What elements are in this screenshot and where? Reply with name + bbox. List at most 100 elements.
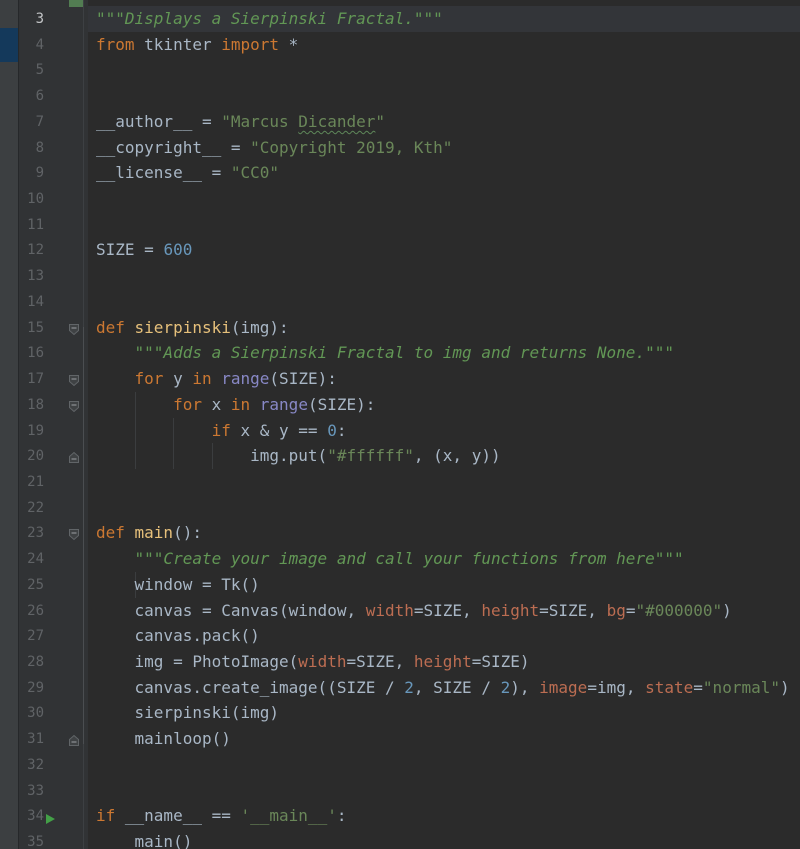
code-line[interactable] — [88, 57, 800, 83]
line-number[interactable]: 34 — [19, 803, 44, 829]
code-line[interactable]: __license__ = "CC0" — [88, 160, 800, 186]
line-number[interactable]: 21 — [19, 469, 44, 495]
line-number[interactable]: 6 — [19, 83, 44, 109]
line-number[interactable]: 3 — [19, 6, 44, 32]
code-line[interactable] — [88, 83, 800, 109]
code-line[interactable] — [88, 469, 800, 495]
gutter-row: 21 — [19, 469, 88, 495]
code-line[interactable] — [88, 495, 800, 521]
fold-collapse-icon[interactable] — [68, 321, 80, 334]
code-editor[interactable]: """Displays a Sierpinski Fractal."""from… — [88, 0, 800, 849]
line-number[interactable]: 15 — [19, 315, 44, 341]
code-token: x — [202, 395, 231, 414]
line-number[interactable]: 5 — [19, 57, 44, 83]
code-token: state — [645, 678, 693, 697]
code-line[interactable]: if x & y == 0: — [88, 418, 800, 444]
line-number[interactable]: 26 — [19, 598, 44, 624]
line-number[interactable]: 16 — [19, 340, 44, 366]
code-line[interactable]: """Adds a Sierpinski Fractal to img and … — [88, 340, 800, 366]
line-number[interactable]: 12 — [19, 237, 44, 263]
line-number[interactable]: 13 — [19, 263, 44, 289]
code-line[interactable]: for x in range(SIZE): — [88, 392, 800, 418]
code-token: x & y == — [231, 421, 327, 440]
code-line[interactable] — [88, 212, 800, 238]
code-line[interactable]: from tkinter import * — [88, 32, 800, 58]
line-number[interactable]: 28 — [19, 649, 44, 675]
code-line[interactable] — [88, 186, 800, 212]
run-button-icon[interactable] — [45, 810, 56, 822]
line-number[interactable]: 22 — [19, 495, 44, 521]
code-token: if — [96, 806, 115, 825]
code-token: * — [279, 35, 298, 54]
fold-collapse-icon[interactable] — [68, 398, 80, 411]
gutter-row: 25 — [19, 572, 88, 598]
code-line[interactable] — [88, 752, 800, 778]
line-number[interactable]: 30 — [19, 700, 44, 726]
code-line[interactable]: mainloop() — [88, 726, 800, 752]
line-number[interactable]: 9 — [19, 160, 44, 186]
code-token: in — [192, 369, 211, 388]
line-number[interactable]: 8 — [19, 135, 44, 161]
code-line[interactable] — [88, 263, 800, 289]
code-line[interactable]: __copyright__ = "Copyright 2019, Kth" — [88, 135, 800, 161]
code-line[interactable]: __author__ = "Marcus Dicander" — [88, 109, 800, 135]
line-number[interactable]: 17 — [19, 366, 44, 392]
code-token: """Adds a Sierpinski Fractal to img and … — [135, 343, 674, 362]
code-line[interactable]: window = Tk() — [88, 572, 800, 598]
code-line[interactable]: img.put("#ffffff", (x, y)) — [88, 443, 800, 469]
gutter-row: 9 — [19, 160, 88, 186]
line-number[interactable]: 27 — [19, 623, 44, 649]
line-number[interactable]: 31 — [19, 726, 44, 752]
line-number[interactable]: 10 — [19, 186, 44, 212]
code-token: width — [298, 652, 346, 671]
code-token: window = Tk() — [96, 575, 260, 594]
gutter-row: 14 — [19, 289, 88, 315]
code-token: (SIZE): — [308, 395, 375, 414]
line-number[interactable]: 24 — [19, 546, 44, 572]
gutter-row: 23 — [19, 520, 88, 546]
code-line[interactable]: canvas.create_image((SIZE / 2, SIZE / 2)… — [88, 675, 800, 701]
line-number[interactable]: 14 — [19, 289, 44, 315]
code-token: canvas.pack() — [96, 626, 260, 645]
line-number[interactable]: 19 — [19, 418, 44, 444]
line-number[interactable]: 20 — [19, 443, 44, 469]
line-number[interactable]: 4 — [19, 32, 44, 58]
line-number[interactable]: 7 — [19, 109, 44, 135]
code-line[interactable]: def main(): — [88, 520, 800, 546]
line-number[interactable]: 35 — [19, 829, 44, 849]
code-token: y — [163, 369, 192, 388]
code-line[interactable]: img = PhotoImage(width=SIZE, height=SIZE… — [88, 649, 800, 675]
code-line[interactable] — [88, 289, 800, 315]
line-number[interactable]: 29 — [19, 675, 44, 701]
fold-collapse-icon[interactable] — [68, 372, 80, 385]
line-number[interactable]: 11 — [19, 212, 44, 238]
code-line[interactable]: """Create your image and call your funct… — [88, 546, 800, 572]
code-line[interactable] — [88, 778, 800, 804]
fold-end-icon[interactable] — [68, 449, 80, 462]
code-line[interactable]: for y in range(SIZE): — [88, 366, 800, 392]
project-panel-selection-row[interactable] — [0, 28, 18, 62]
code-line[interactable]: """Displays a Sierpinski Fractal.""" — [88, 6, 800, 32]
code-line[interactable]: canvas.pack() — [88, 623, 800, 649]
line-number[interactable]: 25 — [19, 572, 44, 598]
code-token — [96, 343, 135, 362]
code-line[interactable]: canvas = Canvas(window, width=SIZE, heig… — [88, 598, 800, 624]
code-line[interactable]: main() — [88, 829, 800, 849]
code-token: : — [337, 806, 347, 825]
code-line[interactable]: def sierpinski(img): — [88, 315, 800, 341]
gutter-row: 8 — [19, 135, 88, 161]
code-token: "Marcus — [221, 112, 298, 131]
code-token: '__main__' — [241, 806, 337, 825]
code-line[interactable]: SIZE = 600 — [88, 237, 800, 263]
gutter-row: 10 — [19, 186, 88, 212]
line-number[interactable]: 23 — [19, 520, 44, 546]
line-number[interactable]: 32 — [19, 752, 44, 778]
fold-collapse-icon[interactable] — [68, 526, 80, 539]
code-line[interactable]: if __name__ == '__main__': — [88, 803, 800, 829]
line-number[interactable]: 18 — [19, 392, 44, 418]
code-line[interactable]: sierpinski(img) — [88, 700, 800, 726]
fold-end-icon[interactable] — [68, 732, 80, 745]
gutter-row: 15 — [19, 315, 88, 341]
line-number[interactable]: 33 — [19, 778, 44, 804]
code-token: tkinter — [135, 35, 222, 54]
